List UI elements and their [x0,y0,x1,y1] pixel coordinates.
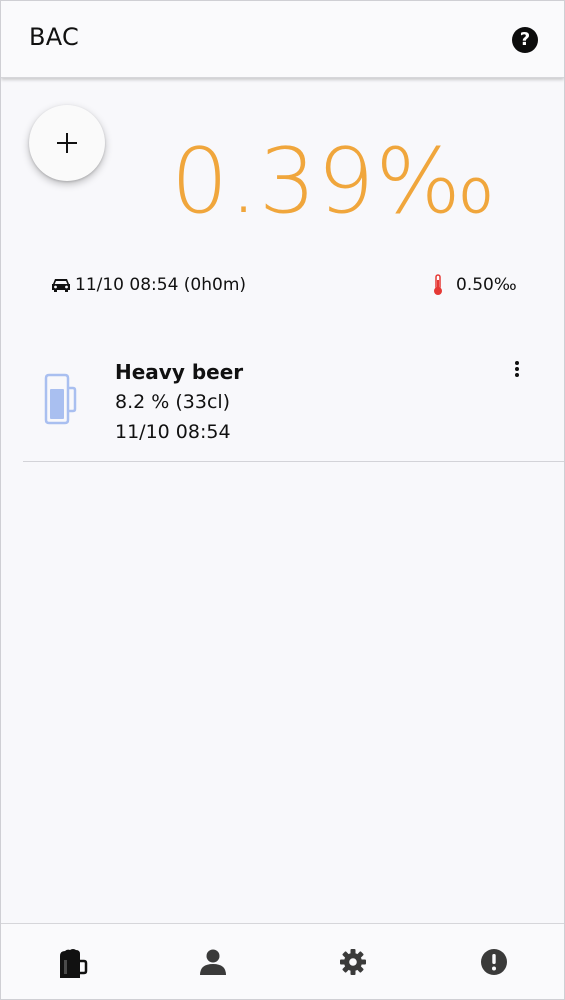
bottom-nav [1,923,564,999]
nav-item-about[interactable] [454,924,534,999]
peak-bac-text: 0.50‰ [456,275,517,295]
list-item[interactable]: Heavy beer 8.2 % (33cl) 11/10 08:54 [23,341,564,462]
alert-icon [481,949,507,975]
beer-mug-icon [44,373,77,425]
app-bar: BAC ? [1,1,564,78]
drink-detail: 8.2 % (33cl) [115,391,231,413]
nav-item-profile[interactable] [172,924,252,999]
peak-bac-row: 0.50‰ [432,273,517,297]
app-title: BAC [29,23,80,51]
help-circle-icon[interactable]: ? [512,27,538,53]
sober-time-text: 11/10 08:54 (0h0m) [75,275,247,295]
car-icon [52,279,70,292]
add-drink-button[interactable] [29,105,105,181]
nav-item-settings[interactable] [313,924,393,999]
thermometer-icon [434,274,442,295]
more-vertical-icon[interactable] [507,359,527,381]
beer-icon [60,949,88,978]
nav-item-drinks[interactable] [31,924,111,999]
app-frame: BAC ? 0.39‰ 11/10 08:54 (0h0m) 0.50‰ Hea… [0,0,565,1000]
sober-time-row: 11/10 08:54 (0h0m) [51,273,246,297]
drink-name: Heavy beer [115,360,244,384]
gear-icon [340,949,366,975]
bac-value: 0.39‰ [171,129,498,234]
drink-time: 11/10 08:54 [115,421,231,443]
plus-icon [57,133,77,153]
person-icon [200,949,226,975]
